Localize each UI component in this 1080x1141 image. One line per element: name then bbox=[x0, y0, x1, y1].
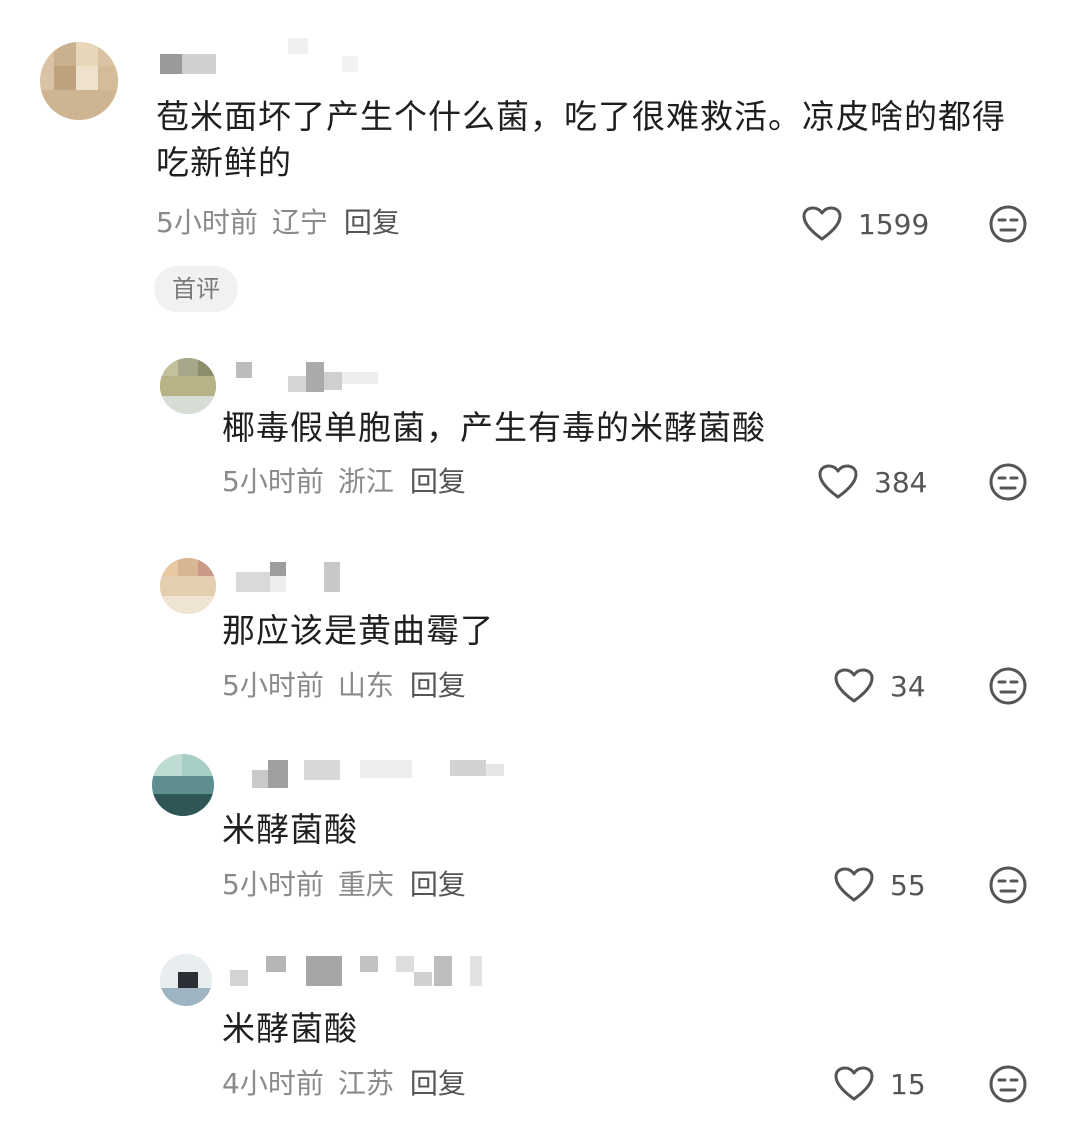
comment-time: 5小时前 bbox=[222, 465, 324, 498]
username-mosaic[interactable] bbox=[230, 952, 490, 986]
avatar[interactable] bbox=[40, 42, 118, 120]
heart-outline-icon bbox=[818, 464, 858, 500]
comment-text: 苞米面坏了产生个什么菌，吃了很难救活。凉皮啥的都得吃新鲜的 bbox=[156, 97, 1006, 182]
comment-text: 那应该是黄曲霉了 bbox=[222, 611, 494, 650]
comment-item: 苞米面坏了产生个什么菌，吃了很难救活。凉皮啥的都得吃新鲜的 5小时前 辽宁 回复… bbox=[0, 0, 1080, 330]
meh-face-icon[interactable] bbox=[988, 204, 1028, 244]
comment-meta: 5小时前 山东 回复 bbox=[222, 668, 466, 704]
meh-face-icon[interactable] bbox=[988, 1064, 1028, 1104]
username-mosaic[interactable] bbox=[252, 754, 512, 788]
comment-location: 重庆 bbox=[337, 868, 394, 901]
avatar[interactable] bbox=[160, 558, 216, 614]
like-button[interactable]: 15 bbox=[834, 1062, 926, 1106]
heart-outline-icon bbox=[834, 1066, 874, 1102]
reply-button[interactable]: 回复 bbox=[410, 1066, 466, 1102]
like-button[interactable]: 384 bbox=[818, 460, 927, 504]
like-button[interactable]: 34 bbox=[834, 664, 926, 708]
like-button[interactable]: 55 bbox=[834, 863, 926, 907]
username-mosaic[interactable] bbox=[236, 358, 386, 392]
comment-time: 5小时前 bbox=[222, 669, 324, 702]
comment-location: 山东 bbox=[337, 669, 394, 702]
comment-meta: 5小时前 浙江 回复 bbox=[222, 464, 466, 500]
reply-button[interactable]: 回复 bbox=[344, 205, 400, 241]
comment-text: 椰毒假单胞菌，产生有毒的米酵菌酸 bbox=[222, 408, 766, 447]
reply-button[interactable]: 回复 bbox=[410, 867, 466, 903]
reply-button[interactable]: 回复 bbox=[410, 668, 466, 704]
reply-item: 米酵菌酸 4小时前 江苏 回复 15 bbox=[0, 940, 1080, 1130]
comment-location: 浙江 bbox=[337, 465, 394, 498]
comment-location: 辽宁 bbox=[271, 206, 328, 239]
username-mosaic[interactable] bbox=[236, 558, 356, 592]
heart-outline-icon bbox=[834, 668, 874, 704]
comment-meta: 5小时前 辽宁 回复 bbox=[156, 205, 400, 241]
reply-item: 那应该是黄曲霉了 5小时前 山东 回复 34 bbox=[0, 540, 1080, 720]
heart-outline-icon bbox=[834, 867, 874, 903]
like-count: 34 bbox=[890, 669, 926, 703]
meh-face-icon[interactable] bbox=[988, 865, 1028, 905]
meh-face-icon[interactable] bbox=[988, 666, 1028, 706]
like-count: 15 bbox=[890, 1067, 926, 1101]
comment-meta: 5小时前 重庆 回复 bbox=[222, 867, 466, 903]
avatar[interactable] bbox=[152, 754, 214, 816]
comment-meta: 4小时前 江苏 回复 bbox=[222, 1066, 466, 1102]
like-count: 55 bbox=[890, 868, 926, 902]
avatar[interactable] bbox=[160, 954, 212, 1006]
username-mosaic[interactable] bbox=[160, 38, 360, 84]
comment-time: 4小时前 bbox=[222, 1067, 324, 1100]
meh-face-icon[interactable] bbox=[988, 462, 1028, 502]
first-comment-badge: 首评 bbox=[154, 266, 238, 312]
heart-outline-icon bbox=[802, 206, 842, 242]
comment-time: 5小时前 bbox=[156, 206, 258, 239]
like-button[interactable]: 1599 bbox=[802, 202, 929, 246]
reply-item: 椰毒假单胞菌，产生有毒的米酵菌酸 5小时前 浙江 回复 384 bbox=[0, 340, 1080, 520]
reply-button[interactable]: 回复 bbox=[410, 464, 466, 500]
comment-location: 江苏 bbox=[337, 1067, 394, 1100]
like-count: 1599 bbox=[858, 207, 930, 241]
comment-text: 米酵菌酸 bbox=[222, 810, 358, 849]
avatar[interactable] bbox=[160, 358, 216, 414]
like-count: 384 bbox=[874, 465, 928, 499]
comment-thread: 苞米面坏了产生个什么菌，吃了很难救活。凉皮啥的都得吃新鲜的 5小时前 辽宁 回复… bbox=[0, 0, 1080, 1141]
reply-item: 米酵菌酸 5小时前 重庆 回复 55 bbox=[0, 740, 1080, 920]
comment-time: 5小时前 bbox=[222, 868, 324, 901]
comment-text: 米酵菌酸 bbox=[222, 1009, 358, 1048]
